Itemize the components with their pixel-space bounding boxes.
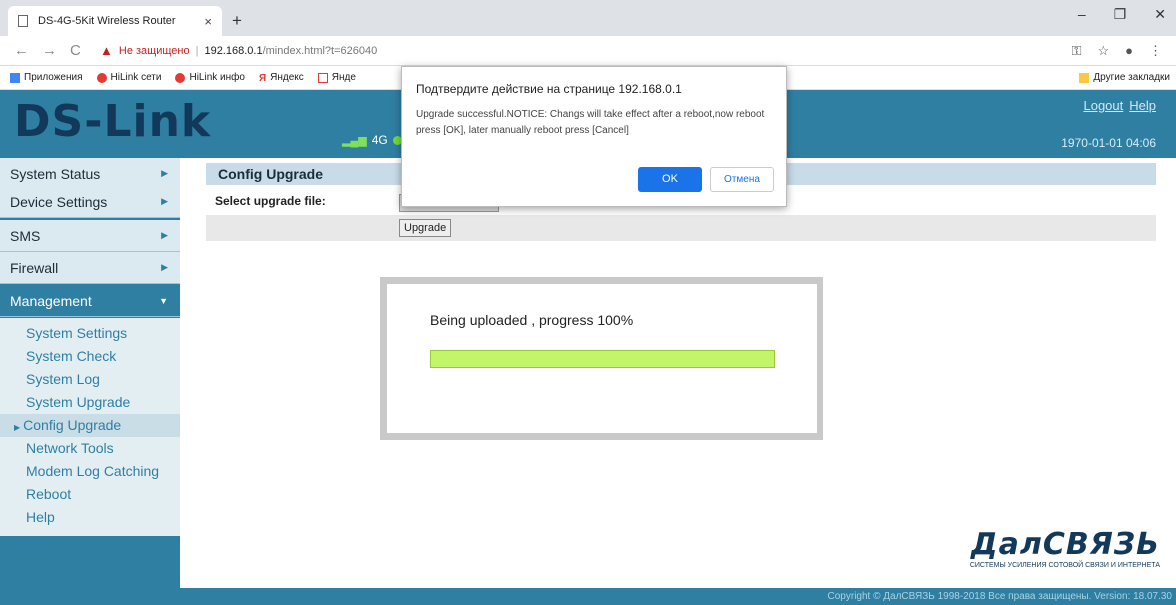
submenu-system-settings[interactable]: System Settings — [0, 322, 180, 345]
star-icon[interactable]: ☆ — [1097, 43, 1109, 59]
huawei-icon — [96, 72, 107, 83]
brand-tagline: СИСТЕМЫ УСИЛЕНИЯ СОТОВОЙ СВЯЗИ И ИНТЕРНЕ… — [969, 562, 1160, 569]
progress-text: Being uploaded , progress 100% — [430, 312, 634, 328]
huawei-icon — [175, 72, 186, 83]
arrow-right-icon: ▶ — [161, 196, 168, 206]
security-status: Не защищено — [118, 44, 190, 57]
confirm-dialog: Подтвердите действие на странице 192.168… — [401, 66, 787, 207]
window-controls: – ❐ ✕ — [1078, 6, 1166, 23]
logout-link[interactable]: Logout — [1083, 98, 1123, 113]
bookmark-apps[interactable]: Приложения — [10, 72, 83, 83]
warning-icon: ▲ — [100, 43, 113, 58]
yandex-icon: Я — [258, 72, 267, 84]
forward-icon[interactable]: → — [42, 42, 57, 59]
restore-icon[interactable]: ❐ — [1114, 6, 1127, 23]
minimize-icon[interactable]: – — [1078, 6, 1086, 23]
submenu-config-upgrade[interactable]: ▶ Config Upgrade — [0, 414, 180, 437]
arrow-right-icon: ▶ — [161, 230, 168, 240]
bookmark-hilink-networks[interactable]: HiLink сети — [96, 72, 161, 83]
upgrade-button[interactable]: Upgrade — [399, 219, 452, 237]
menu-sms[interactable]: SMS ▶ — [0, 220, 180, 252]
submenu-help[interactable]: Help — [0, 506, 180, 529]
address-bar-row: ← → C ▲ Не защищено | 192.168.0.1 /minde… — [0, 36, 1176, 66]
current-item-icon: ▶ — [14, 423, 21, 432]
menu-management[interactable]: Management ▼ — [0, 285, 180, 317]
management-submenu: System Settings System Check System Log … — [0, 318, 180, 536]
progress-bar — [430, 350, 775, 368]
network-type: 4G — [371, 133, 388, 147]
page-icon — [18, 15, 28, 27]
confirm-title: Подтвердите действие на странице 192.168… — [416, 82, 682, 96]
address-separator: | — [195, 44, 199, 57]
address-bar[interactable]: ▲ Не защищено | 192.168.0.1 /mindex.html… — [100, 43, 377, 58]
ok-button[interactable]: OK — [638, 167, 702, 192]
submenu-system-upgrade[interactable]: System Upgrade — [0, 391, 180, 414]
arrow-down-icon: ▼ — [159, 295, 168, 306]
tab-title: DS-4G-5Kit Wireless Router — [38, 15, 176, 27]
confirm-message: Upgrade successful.NOTICE: Changs will t… — [416, 109, 765, 136]
brand-logo: ДалСВЯЗЬ СИСТЕМЫ УСИЛЕНИЯ СОТОВОЙ СВЯЗИ … — [938, 527, 1160, 570]
menu-icon[interactable]: ⋮ — [1149, 43, 1162, 59]
bookmark-yandex[interactable]: Я Яндекс — [258, 72, 304, 84]
submenu-system-log[interactable]: System Log — [0, 368, 180, 391]
browser-tab[interactable]: DS-4G-5Kit Wireless Router × — [8, 6, 222, 36]
menu-device-settings[interactable]: Device Settings ▶ — [0, 186, 180, 218]
menu-firewall[interactable]: Firewall ▶ — [0, 252, 180, 284]
header-links: Logout Help — [1083, 98, 1156, 113]
logo: DS-Link — [14, 96, 212, 147]
upgrade-row — [206, 215, 1156, 241]
yandex-icon — [317, 72, 328, 83]
arrow-right-icon: ▶ — [161, 262, 168, 272]
reload-icon[interactable]: C — [70, 42, 84, 59]
bookmark-hilink-info[interactable]: HiLink инфо — [175, 72, 245, 83]
submenu-modem-log-catching[interactable]: Modem Log Catching — [0, 460, 180, 483]
datetime: 1970-01-01 04:06 — [1061, 136, 1156, 150]
profile-icon[interactable]: ● — [1125, 43, 1133, 59]
new-tab-icon[interactable]: + — [232, 11, 242, 31]
other-bookmarks[interactable]: Другие закладки — [1079, 72, 1170, 83]
progress-bar-fill — [431, 351, 774, 367]
cancel-button[interactable]: Отмена — [710, 167, 774, 192]
signal-icon: ▂▄▆ — [342, 134, 367, 147]
submenu-system-check[interactable]: System Check — [0, 345, 180, 368]
network-status: ▂▄▆ 4G — [342, 133, 402, 147]
address-path: /mindex.html?t=626040 — [262, 44, 378, 57]
address-bar-actions: ⚿ ☆ ● ⋮ — [1072, 43, 1162, 59]
address-host: 192.168.0.1 — [204, 44, 263, 57]
brand-name: ДалСВЯЗЬ — [970, 527, 1160, 562]
footer-copyright: Copyright © ДалСВЯЗЬ 1998-2018 Все права… — [0, 588, 1176, 605]
folder-icon — [1079, 72, 1090, 83]
back-icon[interactable]: ← — [14, 42, 29, 59]
submenu-reboot[interactable]: Reboot — [0, 483, 180, 506]
bookmark-yandex-2[interactable]: Янде — [317, 72, 356, 83]
submenu-network-tools[interactable]: Network Tools — [0, 437, 180, 460]
arrow-right-icon: ▶ — [161, 168, 168, 178]
close-tab-icon[interactable]: × — [204, 14, 212, 29]
help-link[interactable]: Help — [1129, 98, 1156, 113]
close-window-icon[interactable]: ✕ — [1154, 6, 1166, 23]
apps-icon — [10, 72, 20, 83]
key-icon[interactable]: ⚿ — [1072, 43, 1082, 59]
